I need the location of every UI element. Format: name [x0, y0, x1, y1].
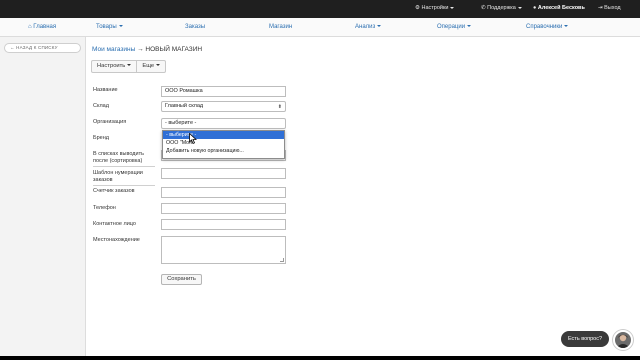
chevron-down-icon [377, 25, 382, 28]
back-to-list-button[interactable]: ← Назад к списку [4, 43, 81, 53]
nav-operations[interactable]: Операции [437, 24, 472, 30]
chat-button[interactable]: Есть вопрос? [561, 331, 609, 347]
counter-input[interactable] [161, 187, 286, 198]
settings-label: Настройки [421, 5, 449, 11]
more-label: Еще [142, 63, 155, 69]
location-textarea[interactable] [161, 236, 286, 264]
counter-label: Счетчик заказов [93, 188, 135, 194]
breadcrumb-separator: → [137, 46, 144, 53]
app-screen: ⚙ Настройки ✆ Поддержка ● Алексей Бесков… [0, 0, 640, 356]
nav-orders-label: Заказы [185, 24, 206, 30]
nav-products[interactable]: Товары [96, 24, 123, 30]
nav-analysis-label: Анализ [355, 24, 376, 30]
phone-input[interactable] [161, 203, 286, 214]
logout-icon: ⇥ [598, 5, 603, 11]
select-arrows-icon: ⬍ [277, 104, 282, 110]
contact-input[interactable] [161, 219, 286, 230]
nav-home-label: Главная [33, 24, 57, 30]
organization-value: - выберите - [165, 120, 197, 126]
organization-select[interactable]: - выберите - [161, 118, 286, 129]
person-icon [616, 334, 630, 348]
settings-menu[interactable]: ⚙ Настройки [415, 5, 455, 11]
location-label: Местонахождение [93, 237, 140, 243]
user-menu[interactable]: ● Алексей Бесковь [533, 5, 585, 11]
nav-products-label: Товары [96, 24, 117, 30]
organization-label: Организация [93, 119, 127, 125]
nav-analysis[interactable]: Анализ [355, 24, 382, 30]
action-button-group: Настроить Еще [91, 60, 167, 73]
nav-home[interactable]: ⌂ Главная [28, 24, 56, 30]
dropdown-option[interactable]: Добавить новую организацию... [163, 147, 284, 155]
name-label: Название [93, 87, 118, 93]
support-label: Поддержка [487, 5, 516, 11]
chevron-down-icon [467, 25, 472, 28]
more-button[interactable]: Еще [136, 61, 165, 72]
template-input[interactable] [161, 168, 286, 179]
organization-dropdown-list: - выберите - ООО "Моя" Добавить новую ор… [162, 130, 285, 159]
name-input[interactable]: ООО Ромашка [161, 86, 286, 97]
chevron-down-icon [450, 6, 455, 9]
phone-icon: ✆ [481, 5, 486, 11]
nav-stores-label: Магазин [269, 24, 293, 30]
page-title: НОВЫЙ МАГАЗИН [145, 46, 203, 53]
configure-label: Настроить [97, 63, 126, 69]
warehouse-value: Главный склад [165, 103, 204, 109]
dropdown-option[interactable]: - выберите - [163, 131, 284, 139]
chevron-down-icon [564, 25, 569, 28]
support-avatar[interactable] [613, 330, 633, 350]
home-icon: ⌂ [28, 24, 32, 30]
chevron-down-icon [118, 25, 123, 28]
user-icon: ● [533, 5, 537, 11]
list-after-label: В списках выводить после (сортировка) [93, 151, 155, 167]
chevron-down-icon [156, 64, 161, 67]
breadcrumb-parent[interactable]: Мои магазины [92, 46, 135, 53]
main-nav: ⌂ Главная Товары Заказы Магазин Анализ О… [0, 18, 640, 37]
mouse-cursor-icon [189, 133, 197, 144]
chevron-down-icon [517, 6, 522, 9]
logout-link[interactable]: ⇥ Выход [598, 5, 621, 11]
contact-label: Контактное лицо [93, 221, 136, 227]
phone-label: Телефон [93, 205, 116, 211]
gear-icon: ⚙ [415, 5, 420, 11]
chevron-down-icon [127, 64, 132, 67]
nav-orders[interactable]: Заказы [185, 24, 205, 30]
top-bar: ⚙ Настройки ✆ Поддержка ● Алексей Бесков… [0, 0, 640, 18]
support-menu[interactable]: ✆ Поддержка [481, 5, 522, 11]
nav-references-label: Справочники [526, 24, 563, 30]
sidebar: ← Назад к списку [0, 37, 86, 356]
nav-references[interactable]: Справочники [526, 24, 569, 30]
save-button[interactable]: Сохранить [161, 274, 202, 285]
resize-handle-icon[interactable] [280, 258, 284, 262]
template-label: Шаблон нумерации заказов [93, 170, 155, 186]
nav-operations-label: Операции [437, 24, 466, 30]
warehouse-label: Склад [93, 103, 109, 109]
breadcrumb: Мои магазины → НОВЫЙ МАГАЗИН [92, 46, 202, 53]
warehouse-select[interactable]: Главный склад ⬍ [161, 101, 286, 112]
brand-label: Бренд [93, 135, 109, 141]
nav-stores[interactable]: Магазин [269, 24, 292, 30]
configure-button[interactable]: Настроить [92, 61, 136, 72]
dropdown-option[interactable]: ООО "Моя" [163, 139, 284, 147]
logout-label: Выход [604, 5, 621, 11]
user-name: Алексей Бесковь [537, 5, 585, 11]
